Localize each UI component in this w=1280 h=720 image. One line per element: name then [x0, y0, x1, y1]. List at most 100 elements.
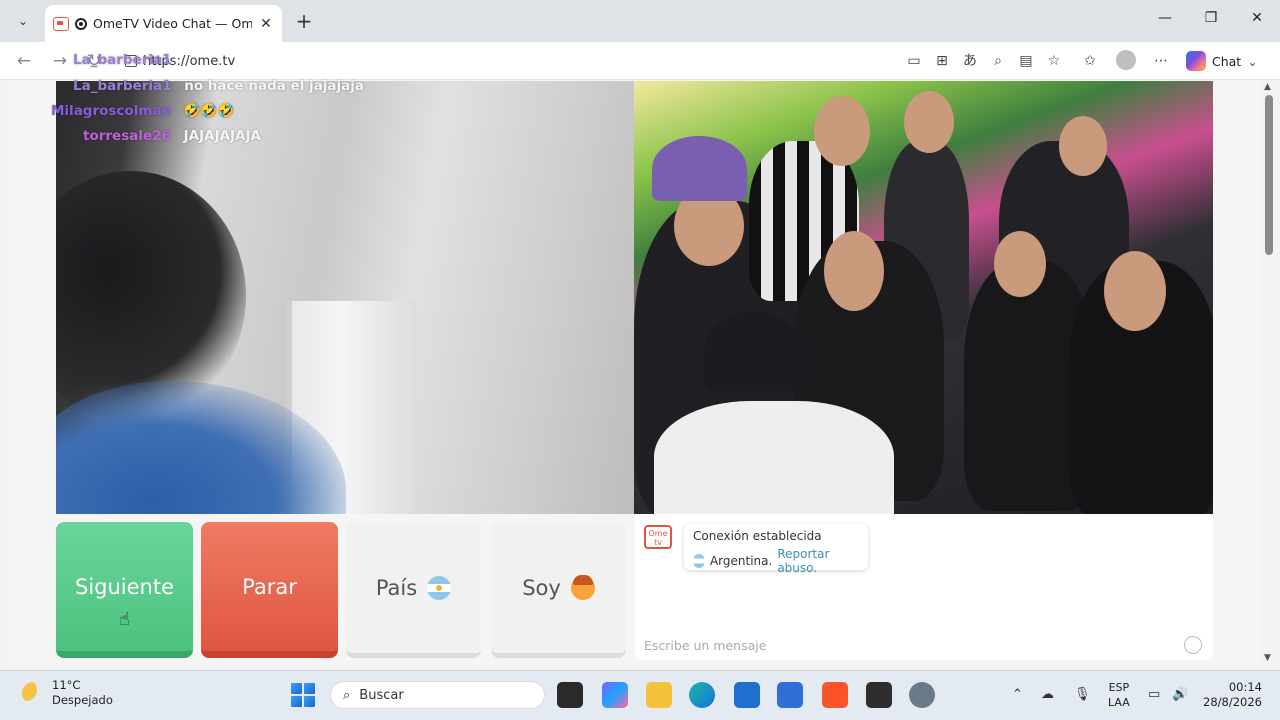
windows-start-icon[interactable] [291, 683, 315, 707]
video-cap [652, 136, 747, 201]
message-input[interactable] [644, 636, 1174, 654]
recording-icon [75, 17, 87, 30]
tab-close-icon[interactable]: ✕ [258, 16, 274, 32]
close-window-button[interactable]: ✕ [1245, 10, 1269, 26]
overlay-chat-line: La_barberia1 no hace nada el jajajaja [73, 78, 364, 94]
stop-button[interactable]: Parar [201, 522, 338, 658]
overlay-chat-line: Milagroscolman 🤣🤣🤣 [51, 103, 234, 119]
network-icon[interactable]: ▭ [1148, 687, 1160, 702]
boy-emoji-icon [570, 574, 595, 600]
argentina-flag-icon [427, 575, 452, 600]
next-label: Siguiente [74, 574, 175, 599]
back-arrow-icon[interactable]: ← [14, 51, 34, 71]
apps-icon[interactable]: ⊞ [932, 52, 952, 70]
overlay-chat-user: Milagroscolman [51, 103, 172, 119]
soy-label: Soy [522, 575, 561, 600]
settings-gear-icon[interactable] [909, 682, 935, 708]
start-tile [304, 696, 315, 707]
next-button[interactable]: Siguiente [56, 522, 193, 658]
start-tile [304, 683, 315, 694]
scroll-thumb[interactable] [1265, 95, 1273, 255]
lang-layout: LAA [1108, 696, 1130, 709]
overlay-chat-message: no hace nada el jajajaja [184, 78, 365, 94]
video-person [654, 401, 894, 514]
connection-status: Conexión establecida [693, 529, 822, 543]
overlay-chat-user: torresale26 [83, 128, 171, 144]
favorites-icon[interactable]: ✩ [1080, 52, 1100, 70]
country-line: Argentina. Reportar abuso. [693, 547, 859, 575]
video-face [904, 91, 954, 153]
ometv-logo-icon: Ome tv [644, 525, 672, 549]
zoom-icon[interactable]: ⌕ [988, 52, 1008, 70]
video-face [1059, 116, 1107, 176]
ometv-favicon-icon [53, 16, 69, 31]
copilot-label: Chat [1212, 53, 1242, 69]
moon-icon [22, 682, 44, 704]
search-icon: ⌕ [343, 687, 351, 703]
scroll-up-icon[interactable]: ▲ [1264, 82, 1271, 92]
streaming-app-icon[interactable] [866, 682, 892, 708]
copilot-chat-button[interactable]: Chat ⌄ [1186, 48, 1270, 74]
country-button[interactable]: País [346, 522, 481, 658]
task-view-icon[interactable] [557, 682, 583, 708]
overlay-chat-message: 🤣🤣🤣 [183, 103, 235, 119]
file-explorer-icon[interactable] [646, 682, 672, 708]
tab-ometv[interactable]: OmeTV Video Chat — Omegle ✕ [45, 5, 282, 42]
outlook-icon[interactable] [777, 682, 803, 708]
forward-arrow-icon[interactable]: → [50, 51, 70, 71]
weather-condition: Despejado [52, 693, 113, 707]
local-video [56, 81, 634, 514]
store-icon[interactable] [734, 682, 760, 708]
volume-icon[interactable]: 🔊 [1172, 687, 1188, 702]
lang-code: ESP [1108, 681, 1130, 694]
profile-avatar[interactable] [1116, 50, 1136, 70]
favorite-star-icon[interactable]: ☆ [1044, 52, 1064, 70]
video-cap [704, 311, 804, 391]
country-name: Argentina. [709, 554, 773, 568]
overlay-chat-user: La_barberia1 [73, 78, 172, 94]
clock[interactable]: 00:14 28/8/2026 [1200, 680, 1262, 710]
weather-widget[interactable]: 11°C Despejado [22, 678, 113, 708]
minimize-button[interactable]: — [1153, 10, 1177, 26]
video-face [994, 231, 1046, 297]
microphone-icon[interactable]: 🎙 [1074, 687, 1091, 702]
system-message: Conexión establecida Argentina. Reportar… [684, 524, 868, 575]
cloud-icon[interactable]: ☁ [1041, 687, 1054, 702]
remote-video [634, 81, 1213, 514]
chevron-up-icon[interactable]: ⌃ [1012, 687, 1023, 702]
page-scrollbar[interactable]: ▲ ▼ [1262, 80, 1276, 668]
translate-icon[interactable]: あ [960, 52, 980, 70]
start-tile [291, 683, 302, 694]
chevron-down-icon: ⌄ [1247, 53, 1258, 69]
edge-icon[interactable] [689, 682, 715, 708]
scroll-down-icon[interactable]: ▼ [1264, 653, 1271, 663]
input-language[interactable]: ESP LAA [1108, 680, 1130, 710]
temperature: 11°C [52, 678, 81, 692]
video-icon[interactable]: ▭ [904, 52, 924, 70]
country-label: País [375, 575, 418, 600]
maximize-button[interactable]: ❐ [1199, 10, 1223, 26]
overlay-chat-message: JAJAJAJAJA [183, 128, 261, 144]
emoji-smile-icon[interactable] [1184, 636, 1202, 654]
copilot-icon [1186, 51, 1206, 71]
brave-icon[interactable] [822, 682, 848, 708]
taskbar-search[interactable]: ⌕ Buscar [330, 681, 545, 709]
more-menu-icon[interactable]: ⋯ [1151, 52, 1171, 70]
overlay-chat-line: La_barberia1 [73, 52, 180, 68]
date: 28/8/2026 [1203, 695, 1262, 709]
stop-label: Parar [242, 574, 297, 599]
tab-title: OmeTV Video Chat — Omegle [93, 16, 252, 31]
overlay-chat-user: La_barberia1 [73, 52, 172, 68]
tab-list-chevron-icon[interactable]: ⌄ [8, 8, 38, 34]
gender-button[interactable]: Soy [491, 522, 626, 658]
microsoft365-icon[interactable] [602, 682, 628, 708]
start-tile [291, 696, 302, 707]
address-bar[interactable]: https://ome.tv [115, 46, 1075, 76]
new-tab-button[interactable]: + [292, 9, 316, 33]
search-label: Buscar [359, 687, 404, 703]
video-face [824, 231, 884, 311]
report-abuse-link[interactable]: Reportar abuso. [777, 547, 859, 575]
mouse-pointer-icon: ☝ [119, 609, 130, 630]
reader-icon[interactable]: ▤ [1016, 52, 1036, 70]
video-face [1104, 251, 1166, 331]
